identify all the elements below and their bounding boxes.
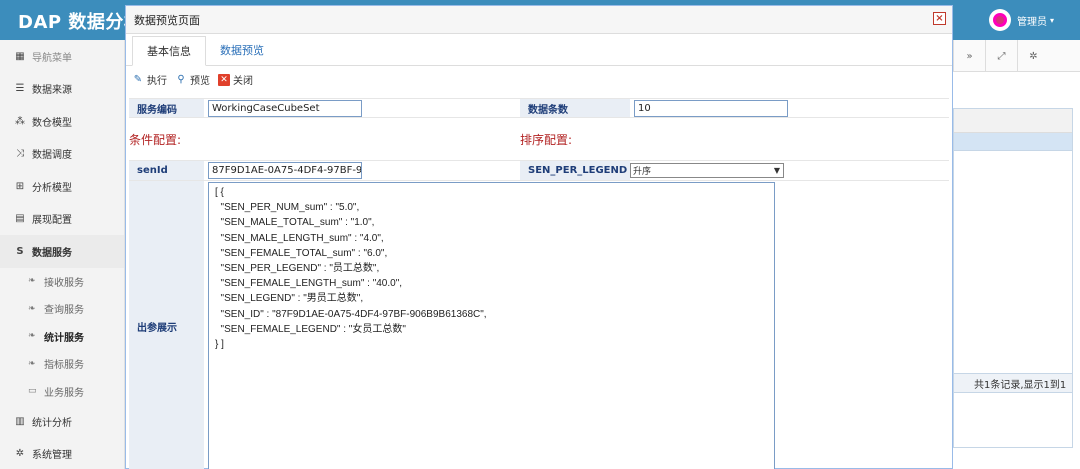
- sidebar-item-analysis-model[interactable]: ⊞ 分析模型: [0, 170, 124, 203]
- sort-config-label: 排序配置:: [520, 132, 573, 147]
- execute-button[interactable]: ✎ 执行: [132, 72, 167, 88]
- sidebar-item-data-schedule[interactable]: ⤨ 数据调度: [0, 138, 124, 171]
- preview-dialog: 数据预览页面 × 基本信息 数据预览 ✎ 执行 ⚲ 预览 ✕ 关闭 服务编码 Work…: [125, 5, 953, 469]
- sidebar-item-warehouse-model[interactable]: ⁂ 数仓模型: [0, 105, 124, 138]
- tab-strip: 基本信息 数据预览: [126, 34, 952, 66]
- sidebar: ▦ 导航菜单 ☰ 数据来源 ⁂ 数仓模型 ⤨ 数据调度 ⊞ 分析模型 ▤ 展现配置 S 数据服…: [0, 40, 125, 469]
- sidebar-item-data-source[interactable]: ☰ 数据来源: [0, 73, 124, 106]
- form-row: 服务编码 WorkingCaseCubeSet 数据条数 10: [129, 98, 949, 118]
- dialog-title: 数据预览页面: [134, 13, 200, 27]
- form-row: senId 87F9D1AE-0A75-4DF4-97BF-90 SEN_PER…: [129, 161, 949, 181]
- service-code-field[interactable]: WorkingCaseCubeSet: [208, 99, 362, 117]
- sidebar-item-statistics-analysis[interactable]: ▥ 统计分析: [0, 405, 124, 438]
- toolbar: ✎ 执行 ⚲ 预览 ✕ 关闭: [126, 66, 952, 93]
- app-title: DAP 数据分析: [18, 12, 143, 33]
- sen-per-legend-label: SEN_PER_LEGEND: [520, 161, 630, 180]
- sitemap-icon: ⊞: [15, 180, 25, 192]
- tab-basic-info[interactable]: 基本信息: [132, 36, 206, 66]
- sidebar-item-data-service[interactable]: S 数据服务: [0, 235, 124, 268]
- data-count-label: 数据条数: [520, 99, 630, 117]
- background-grid: [953, 108, 1073, 448]
- gear-icon[interactable]: ✲: [1017, 40, 1049, 72]
- data-count-field[interactable]: 10: [634, 99, 788, 117]
- avatar: [988, 9, 1011, 31]
- leaf-icon: ❧: [28, 276, 36, 287]
- leaf-icon: ❧: [28, 331, 36, 342]
- user-menu[interactable]: 管理员 ▾: [988, 9, 1054, 31]
- condition-config-label: 条件配置:: [129, 132, 182, 147]
- sidebar-subitem-query[interactable]: ❧ 查询服务: [0, 295, 124, 323]
- sen-id-field[interactable]: 87F9D1AE-0A75-4DF4-97BF-90: [208, 162, 362, 179]
- dialog-titlebar: 数据预览页面 ×: [126, 6, 952, 34]
- preview-button[interactable]: ⚲ 预览: [175, 72, 210, 88]
- sidebar-item-nav-menu[interactable]: ▦ 导航菜单: [0, 40, 124, 73]
- close-button[interactable]: ✕ 关闭: [218, 72, 253, 87]
- table-row[interactable]: [954, 133, 1072, 151]
- leaf-icon: ❧: [28, 303, 36, 314]
- database-icon: ☰: [15, 83, 25, 95]
- close-x-icon: ✕: [218, 73, 230, 86]
- form-row: 出参展示 [ { "SEN_PER_NUM_sum" : "5.0", "SEN…: [129, 181, 949, 469]
- edit-icon: ✎: [133, 73, 143, 85]
- tab-controls: » ⤢ ✲: [953, 40, 1080, 72]
- sidebar-subitem-receive[interactable]: ❧ 接收服务: [0, 268, 124, 296]
- close-icon[interactable]: ×: [933, 12, 946, 25]
- forward-icon[interactable]: »: [953, 40, 985, 72]
- service-code-label: 服务编码: [129, 99, 204, 117]
- pager-info: 共1条记录,显示1到1: [953, 373, 1073, 393]
- folder-icon: ▭: [28, 386, 37, 397]
- bar-chart-icon: ▥: [15, 415, 25, 427]
- form-row: 条件配置: 排序配置:: [129, 118, 949, 161]
- grid-icon: ▦: [15, 50, 25, 62]
- tab-data-preview[interactable]: 数据预览: [206, 35, 278, 65]
- output-label: 出参展示: [129, 181, 204, 469]
- user-name: 管理员: [1016, 16, 1047, 28]
- sort-order-select[interactable]: 升序 ▼: [630, 163, 784, 178]
- sidebar-subitem-business[interactable]: ▭ 业务服务: [0, 378, 124, 406]
- caret-down-icon: ▾: [1049, 15, 1054, 25]
- cubes-icon: ⁂: [15, 115, 25, 127]
- film-icon: ▤: [15, 213, 25, 225]
- dollar-s-icon: S: [16, 245, 24, 257]
- location-pin-icon: [992, 13, 1007, 27]
- sidebar-subitem-indicator[interactable]: ❧ 指标服务: [0, 350, 124, 378]
- service-form: 服务编码 WorkingCaseCubeSet 数据条数 10 条件配置: 排序…: [129, 98, 949, 469]
- magnifier-icon: ⚲: [177, 73, 185, 85]
- cog-icon: ✲: [15, 448, 25, 460]
- sidebar-item-system-admin[interactable]: ✲ 系统管理: [0, 438, 124, 469]
- sen-id-label: senId: [129, 161, 204, 180]
- chevron-down-icon: ▼: [773, 166, 781, 175]
- sidebar-item-display-config[interactable]: ▤ 展现配置: [0, 203, 124, 236]
- shuffle-icon: ⤨: [16, 148, 24, 160]
- sidebar-subitem-statistics[interactable]: ❧ 统计服务: [0, 323, 124, 351]
- leaf-icon: ❧: [28, 358, 36, 369]
- fullscreen-icon[interactable]: ⤢: [985, 40, 1017, 72]
- output-textarea[interactable]: [ { "SEN_PER_NUM_sum" : "5.0", "SEN_MALE…: [208, 182, 775, 469]
